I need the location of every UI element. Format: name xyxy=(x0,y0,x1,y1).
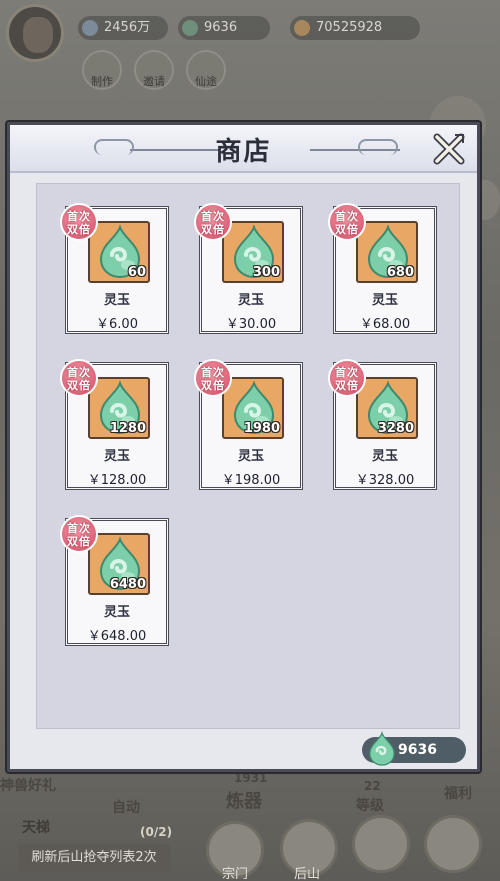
close-button[interactable] xyxy=(431,131,467,167)
item-name: 灵玉 xyxy=(103,605,130,620)
item-qty: 6480 xyxy=(109,577,146,592)
immortal-path-label: 仙途 xyxy=(195,75,217,88)
item-price: ￥648.00 xyxy=(87,629,147,644)
shop-item-jade-1280[interactable]: 1280 灵玉 ￥128.00 首次 双倍 xyxy=(60,359,169,490)
gold-amount: 70525928 xyxy=(316,20,383,35)
shop-item-grid: 60 灵玉 ￥6.00 首次 双倍 300 灵玉 ￥30.00 首次 双倍 68… xyxy=(36,183,460,729)
shop-item-jade-300[interactable]: 300 灵玉 ￥30.00 首次 双倍 xyxy=(194,203,303,334)
jade-resource: 9636 xyxy=(178,16,270,40)
shop-item-jade-60[interactable]: 60 灵玉 ￥6.00 首次 双倍 xyxy=(60,203,169,334)
jade-balance-value: 9636 xyxy=(398,742,437,758)
item-price: ￥198.00 xyxy=(221,473,281,488)
level-count: 22 xyxy=(364,779,381,793)
item-name: 灵玉 xyxy=(103,293,130,308)
badge-line-2: 双倍 xyxy=(67,535,91,548)
shop-dialog: 商店 60 灵玉 ￥6.00 首次 双倍 300 灵玉 ￥30.00 首次 双倍… xyxy=(7,122,480,772)
badge-line-2: 双倍 xyxy=(67,223,91,236)
gift-text: 神兽好礼 xyxy=(0,778,56,794)
jade-gem-icon xyxy=(182,20,198,36)
item-price: ￥30.00 xyxy=(225,317,277,332)
item-icon-frame: 1280 xyxy=(88,377,150,439)
quest-progress: (0/2) xyxy=(140,825,173,839)
item-qty: 1280 xyxy=(109,421,146,436)
silver-amount: 2456万 xyxy=(104,20,151,35)
shop-item-jade-3280[interactable]: 3280 灵玉 ￥328.00 首次 双倍 xyxy=(328,359,437,490)
item-name: 灵玉 xyxy=(371,293,398,308)
gold-ingot-icon xyxy=(294,20,310,36)
item-qty: 300 xyxy=(252,265,280,280)
item-icon-frame: 680 xyxy=(356,221,418,283)
shop-item-jade-6480[interactable]: 6480 灵玉 ￥648.00 首次 双倍 xyxy=(60,515,169,646)
item-icon-frame: 1980 xyxy=(222,377,284,439)
badge-line-2: 双倍 xyxy=(67,379,91,392)
auto-label: 自动 xyxy=(112,800,140,816)
item-qty: 3280 xyxy=(377,421,414,436)
item-price: ￥6.00 xyxy=(96,317,138,332)
item-price: ￥68.00 xyxy=(359,317,411,332)
invite-button[interactable]: 邀请 xyxy=(134,50,174,90)
first-double-badge: 首次 双倍 xyxy=(328,359,366,397)
jade-gem-icon xyxy=(369,731,395,766)
top-resource-bar: 2456万 9636 70525928 制作 邀请 仙途 xyxy=(0,0,500,90)
craft-label: 制作 xyxy=(91,75,113,88)
badge-line-2: 双倍 xyxy=(335,223,359,236)
item-icon-frame: 300 xyxy=(222,221,284,283)
item-icon-frame: 3280 xyxy=(356,377,418,439)
badge-line-1: 首次 xyxy=(67,210,91,223)
refine-label: 炼器 xyxy=(226,791,262,812)
badge-line-2: 双倍 xyxy=(201,379,225,392)
first-double-badge: 首次 双倍 xyxy=(328,203,366,241)
item-name: 灵玉 xyxy=(371,449,398,464)
silver-coin-icon xyxy=(82,20,98,36)
first-double-badge: 首次 双倍 xyxy=(194,203,232,241)
item-price: ￥128.00 xyxy=(87,473,147,488)
refine-count: 1931 xyxy=(234,771,268,785)
shop-title: 商店 xyxy=(215,137,272,167)
item-icon-frame: 60 xyxy=(88,221,150,283)
badge-line-1: 首次 xyxy=(335,210,359,223)
skill-nav-button[interactable] xyxy=(352,815,410,873)
first-double-badge: 首次 双倍 xyxy=(60,203,98,241)
welfare-label: 福利 xyxy=(444,786,472,802)
ladder-label: 天梯 xyxy=(22,820,50,836)
item-qty: 680 xyxy=(386,265,414,280)
item-qty: 60 xyxy=(127,265,146,280)
craft-button[interactable]: 制作 xyxy=(82,50,122,90)
player-avatar[interactable] xyxy=(6,4,64,62)
first-double-badge: 首次 双倍 xyxy=(60,515,98,553)
refresh-quest-bar[interactable]: 刷新后山抢夺列表2次 xyxy=(18,844,170,872)
invite-label: 邀请 xyxy=(143,75,165,88)
badge-line-1: 首次 xyxy=(67,366,91,379)
sect-nav-label: 宗门 xyxy=(222,867,249,881)
item-name: 灵玉 xyxy=(103,449,130,464)
immortal-path-button[interactable]: 仙途 xyxy=(186,50,226,90)
scroll-nav-button[interactable] xyxy=(424,815,482,873)
close-x-icon xyxy=(433,133,465,165)
shop-header: 商店 xyxy=(10,125,477,173)
item-qty: 1980 xyxy=(243,421,280,436)
item-icon-frame: 6480 xyxy=(88,533,150,595)
badge-line-1: 首次 xyxy=(201,210,225,223)
level-label: 等级 xyxy=(356,798,384,814)
badge-line-1: 首次 xyxy=(67,522,91,535)
item-name: 灵玉 xyxy=(237,293,264,308)
backhill-nav-label: 后山 xyxy=(294,867,321,881)
item-price: ￥328.00 xyxy=(355,473,415,488)
gold-resource: 70525928 xyxy=(290,16,420,40)
first-double-badge: 首次 双倍 xyxy=(60,359,98,397)
shop-item-jade-1980[interactable]: 1980 灵玉 ￥198.00 首次 双倍 xyxy=(194,359,303,490)
jade-amount: 9636 xyxy=(204,20,238,35)
refresh-quest-text: 刷新后山抢夺列表2次 xyxy=(31,850,157,865)
badge-line-2: 双倍 xyxy=(335,379,359,392)
item-name: 灵玉 xyxy=(237,449,264,464)
badge-line-1: 首次 xyxy=(335,366,359,379)
first-double-badge: 首次 双倍 xyxy=(194,359,232,397)
badge-line-1: 首次 xyxy=(201,366,225,379)
shop-item-jade-680[interactable]: 680 灵玉 ￥68.00 首次 双倍 xyxy=(328,203,437,334)
badge-line-2: 双倍 xyxy=(201,223,225,236)
silver-resource: 2456万 xyxy=(78,16,168,40)
